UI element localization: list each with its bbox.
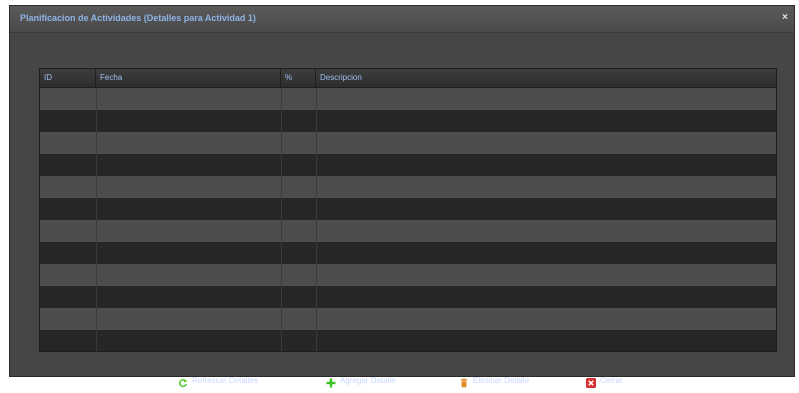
refresh-details-button[interactable]: Refrescar Detalles	[178, 370, 258, 390]
column-header-id[interactable]: ID	[40, 69, 96, 87]
close-icon	[586, 375, 596, 388]
table-row[interactable]	[40, 88, 776, 110]
column-header-fecha[interactable]: Fecha	[96, 69, 281, 87]
dialog-body: ID Fecha % Descripcion Refrescar Detalle…	[10, 33, 794, 388]
table-row[interactable]	[40, 198, 776, 220]
table-row[interactable]	[40, 132, 776, 154]
close-button[interactable]: Cerrar	[586, 370, 623, 390]
add-detail-button[interactable]: Agregar Detalle	[326, 370, 396, 390]
table-row[interactable]	[40, 220, 776, 242]
column-divider	[281, 88, 282, 351]
dialog-titlebar[interactable]: Planificacion de Actividades (Detalles p…	[10, 6, 794, 33]
table-row[interactable]	[40, 286, 776, 308]
grid-rows	[40, 88, 776, 351]
table-row[interactable]	[40, 154, 776, 176]
column-divider	[316, 88, 317, 351]
table-row[interactable]	[40, 308, 776, 330]
dialog-close-icon[interactable]: ×	[780, 13, 790, 23]
table-row[interactable]	[40, 176, 776, 198]
dialog-footer: Refrescar Detalles Agregar Detalle Elimi…	[10, 370, 794, 390]
table-row[interactable]	[40, 110, 776, 132]
column-header-percent[interactable]: %	[281, 69, 316, 87]
plus-icon	[326, 375, 336, 388]
refresh-details-label: Refrescar Detalles	[192, 375, 258, 385]
trash-icon	[459, 375, 469, 388]
column-divider	[96, 88, 97, 351]
column-header-descripcion[interactable]: Descripcion	[316, 69, 776, 87]
close-label: Cerrar	[600, 375, 623, 385]
grid-header: ID Fecha % Descripcion	[40, 69, 776, 88]
table-row[interactable]	[40, 330, 776, 351]
add-detail-label: Agregar Detalle	[340, 375, 396, 385]
delete-detail-button[interactable]: Eliminar Detalle	[459, 370, 529, 390]
dialog-title: Planificacion de Actividades (Detalles p…	[20, 13, 256, 23]
table-row[interactable]	[40, 264, 776, 286]
details-grid: ID Fecha % Descripcion	[39, 68, 777, 352]
refresh-icon	[178, 375, 188, 388]
delete-detail-label: Eliminar Detalle	[473, 375, 530, 385]
table-row[interactable]	[40, 242, 776, 264]
details-dialog: Planificacion de Actividades (Detalles p…	[9, 5, 795, 388]
